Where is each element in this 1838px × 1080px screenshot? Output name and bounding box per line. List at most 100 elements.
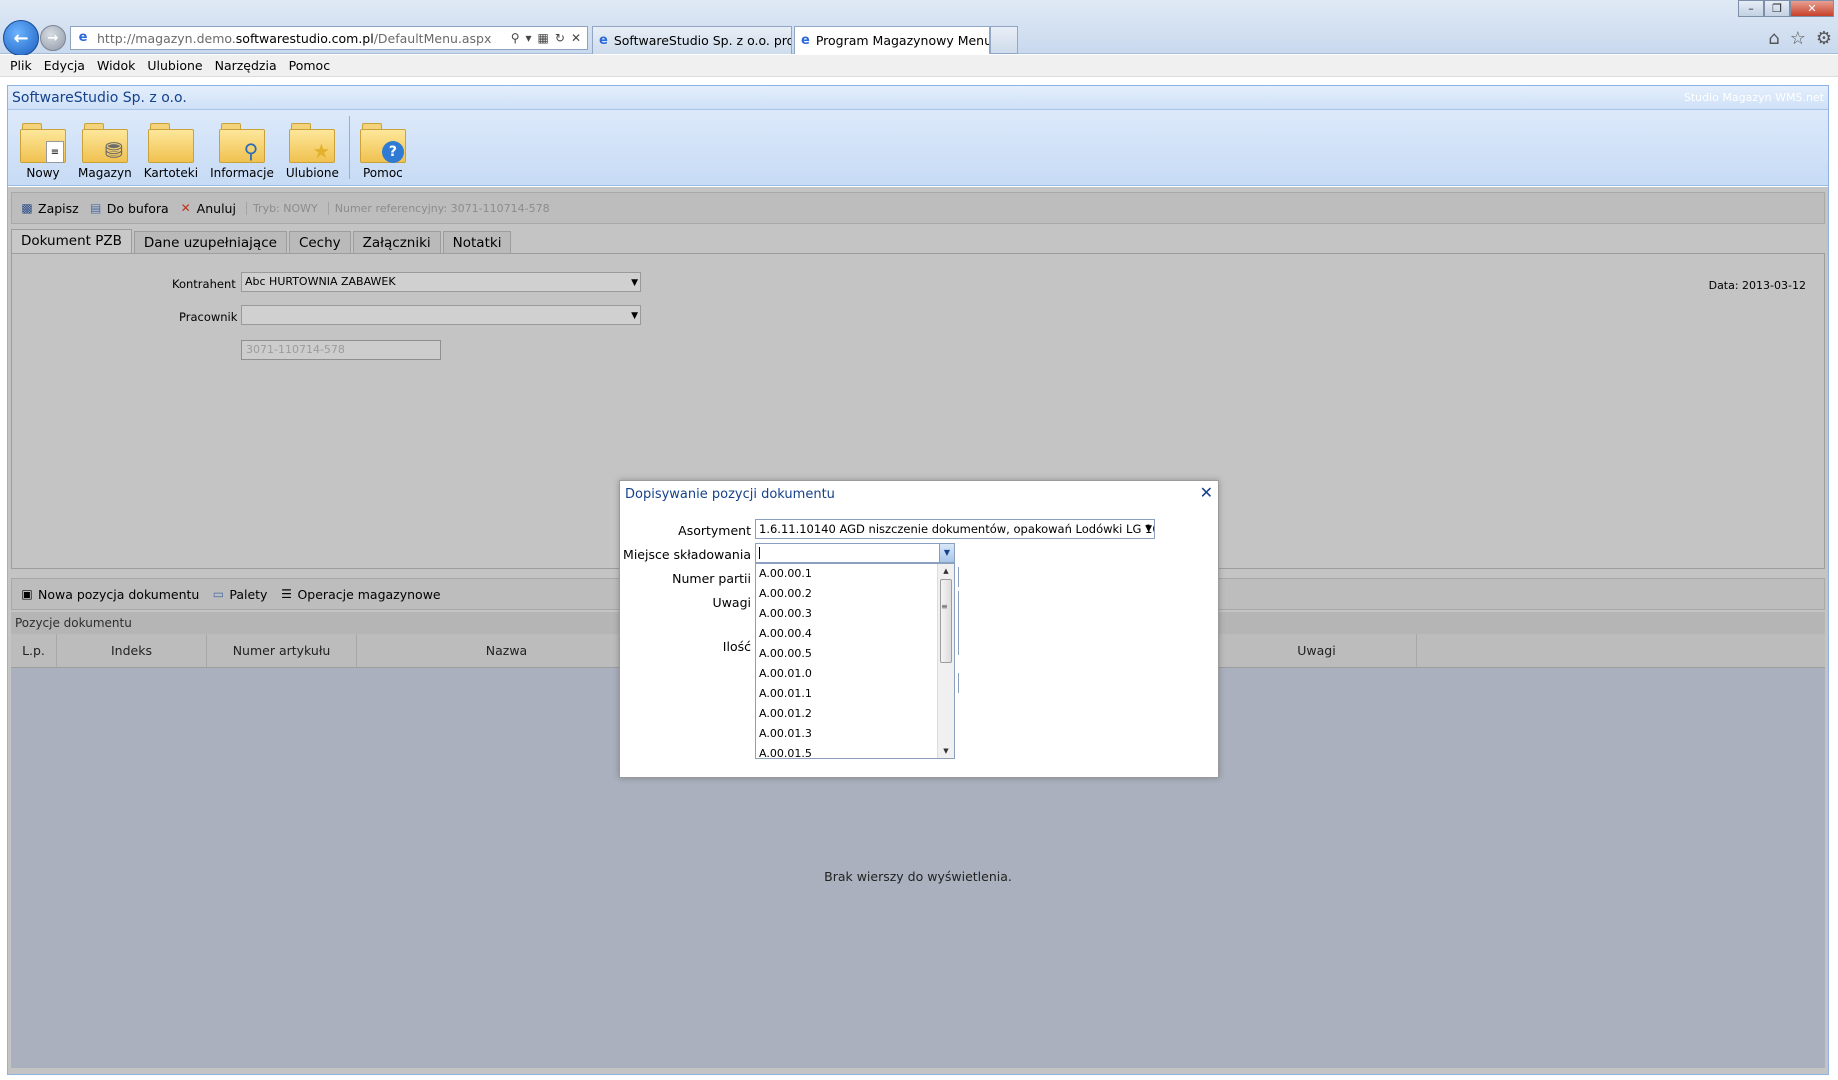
list-item[interactable]: A.00.01.1 [756, 684, 954, 704]
batch-label: Numer partii [672, 571, 751, 586]
gear-icon[interactable]: ⚙ [1816, 28, 1832, 49]
refresh-icon[interactable]: ↻ [555, 31, 565, 45]
quantity-field[interactable] [955, 635, 959, 655]
dropdown-icon[interactable]: ▾ [526, 31, 532, 45]
ribbon-nowy-button[interactable]: ≡ Nowy [14, 110, 72, 185]
chevron-down-icon: ▼ [1145, 524, 1152, 534]
reference-label: Numer referencyjny: 3071-110714-578 [327, 201, 550, 215]
list-item[interactable]: A.00.01.3 [756, 724, 954, 744]
pallet-icon: ▭ [212, 587, 225, 601]
tab-cechy[interactable]: Cechy [288, 231, 351, 253]
list-item[interactable]: A.00.00.5 [756, 644, 954, 664]
ribbon-ulubione-button[interactable]: ★ Ulubione [280, 110, 345, 185]
text-caret [759, 547, 760, 559]
ie-page-icon: e [78, 30, 88, 45]
contractor-combo[interactable]: Abc HURTOWNIA ZABAWEK ▼ [241, 272, 641, 292]
company-name: SoftwareStudio Sp. z o.o. [12, 89, 187, 106]
document-date: Data: 2013-03-12 [1708, 279, 1806, 292]
new-position-button[interactable]: ▣ Nowa pozycja dokumentu [20, 587, 199, 602]
column-header[interactable]: Uwagi [1217, 634, 1417, 667]
list-item[interactable]: A.00.00.3 [756, 604, 954, 624]
database-icon: ⛃ [81, 123, 128, 164]
assortment-combo[interactable]: 1.6.11.10140 AGD niszczenie dokumentów, … [755, 519, 1155, 539]
compat-view-icon[interactable]: ▦ [538, 31, 549, 45]
quantity-label: Ilość [722, 639, 751, 654]
home-icon[interactable]: ⌂ [1768, 28, 1779, 49]
scroll-down-icon[interactable]: ▼ [938, 744, 954, 758]
column-header[interactable]: Indeks [57, 634, 207, 667]
favorites-star-icon[interactable]: ☆ [1790, 28, 1806, 49]
employee-label: Pracownik [179, 310, 238, 324]
clipboard-icon: ▤ [90, 201, 102, 215]
browser-chrome: ← → e http://magazyn.demo.softwarestudio… [0, 0, 1838, 56]
notes-field[interactable] [955, 591, 959, 641]
address-url[interactable]: http://magazyn.demo.softwarestudio.com.p… [97, 31, 491, 46]
stop-icon[interactable]: ✕ [571, 31, 581, 45]
add-position-dialog: Dopisywanie pozycji dokumentu ✕ Asortyme… [619, 480, 1219, 778]
product-name: Studio Magazyn WMS.net [1683, 91, 1824, 104]
list-item[interactable]: A.00.00.4 [756, 624, 954, 644]
restore-button[interactable]: ❐ [1764, 0, 1790, 17]
tab-zalaczniki[interactable]: Załączniki [352, 231, 441, 253]
cancel-button[interactable]: ✕ Anuluj [179, 201, 236, 216]
list-item[interactable]: A.00.00.1 [756, 564, 954, 584]
list-scrollbar[interactable]: ▲ ≡ ▼ [937, 564, 954, 758]
search-icon[interactable]: ⚲ [511, 31, 520, 45]
assortment-label: Asortyment [678, 523, 751, 538]
arrow-left-icon: ← [13, 27, 29, 49]
ribbon-informacje-button[interactable]: ⚲ Informacje [204, 110, 280, 185]
star-icon: ★ [289, 123, 336, 163]
location-label: Miejsce składowania [623, 547, 751, 562]
warehouse-operations-button[interactable]: ☰ Operacje magazynowe [279, 587, 441, 602]
batch-field[interactable] [955, 567, 959, 587]
scroll-thumb[interactable] [940, 579, 952, 663]
menu-plik[interactable]: Plik [4, 58, 38, 73]
menu-ulubione[interactable]: Ulubione [141, 58, 208, 73]
dialog-title: Dopisywanie pozycji dokumentu [625, 487, 835, 502]
menu-widok[interactable]: Widok [91, 58, 141, 73]
window-close-button[interactable]: ✕ [1790, 0, 1834, 17]
list-item[interactable]: A.00.00.2 [756, 584, 954, 604]
pallets-button[interactable]: ▭ Palety [211, 587, 268, 602]
tab-dokument-pzb[interactable]: Dokument PZB [11, 229, 132, 253]
reference-number-field[interactable]: 3071-110714-578 [241, 340, 441, 360]
address-bar[interactable]: e http://magazyn.demo.softwarestudio.com… [70, 26, 588, 50]
menu-narzedzia[interactable]: Narzędzia [209, 58, 283, 73]
ribbon: ≡ Nowy ⛃ Magazyn Kartoteki ⚲ Informacje … [8, 110, 1828, 186]
folder-icon [147, 123, 194, 163]
tab-dane-uzupelniajace[interactable]: Dane uzupełniające [133, 231, 287, 253]
document-tabs: Dokument PZB Dane uzupełniające Cechy Za… [11, 229, 512, 253]
help-icon: ? [359, 123, 406, 163]
to-buffer-button[interactable]: ▤ Do bufora [89, 201, 169, 216]
minimize-button[interactable]: – [1738, 0, 1764, 17]
scroll-up-icon[interactable]: ▲ [938, 564, 954, 578]
close-icon[interactable]: ✕ [1200, 485, 1213, 501]
back-button[interactable]: ← [3, 20, 39, 56]
forward-button[interactable]: → [40, 25, 66, 51]
hidden-field[interactable] [955, 673, 959, 693]
column-header[interactable] [1417, 634, 1825, 667]
column-header[interactable]: L.p. [11, 634, 57, 667]
mode-label: Tryb: NOWY [245, 201, 318, 215]
new-document-icon: ▣ [21, 587, 33, 601]
menu-pomoc[interactable]: Pomoc [283, 58, 336, 73]
ribbon-kartoteki-button[interactable]: Kartoteki [138, 110, 204, 185]
browser-tab-2[interactable]: e Program Magazynowy Menu ✕ [794, 26, 990, 54]
new-tab-button[interactable] [990, 26, 1018, 54]
list-item[interactable]: A.00.01.0 [756, 664, 954, 684]
ribbon-magazyn-button[interactable]: ⛃ Magazyn [72, 110, 138, 185]
employee-combo[interactable]: ▼ [241, 305, 641, 325]
location-input[interactable]: ▼ [755, 543, 955, 563]
browser-tab-1[interactable]: e SoftwareStudio Sp. z o.o. prod... [592, 26, 792, 54]
chevron-down-icon[interactable]: ▼ [939, 544, 954, 562]
list-item[interactable]: A.00.01.2 [756, 704, 954, 724]
notes-label: Uwagi [712, 595, 751, 610]
menu-edycja[interactable]: Edycja [38, 58, 91, 73]
list-item[interactable]: A.00.01.5 [756, 744, 954, 758]
magnifier-icon: ⚲ [218, 123, 265, 163]
save-button[interactable]: ▩ Zapisz [20, 201, 78, 216]
column-header[interactable]: Numer artykułu [207, 634, 357, 667]
ribbon-pomoc-button[interactable]: ? Pomoc [354, 110, 412, 185]
contractor-label: Kontrahent [172, 277, 236, 291]
tab-notatki[interactable]: Notatki [442, 231, 512, 253]
